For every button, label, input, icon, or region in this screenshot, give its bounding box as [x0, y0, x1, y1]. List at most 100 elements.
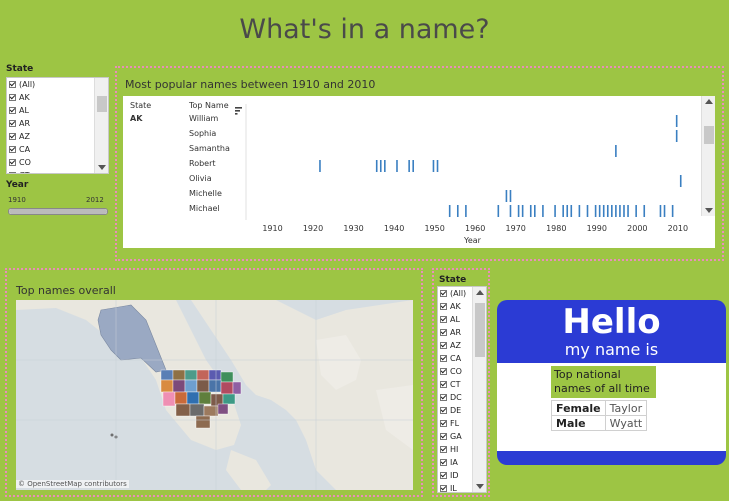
state-option[interactable]: AZ — [7, 130, 108, 143]
year-mark[interactable] — [663, 205, 666, 217]
scroll-up-icon[interactable] — [476, 290, 484, 295]
scroll-thumb[interactable] — [97, 96, 107, 112]
scroll-down-icon[interactable] — [476, 484, 484, 489]
checkbox-checked-icon[interactable] — [440, 485, 447, 492]
chart-scroll-up-icon[interactable] — [705, 99, 713, 104]
state-option[interactable]: CA — [7, 143, 108, 156]
checkbox-checked-icon[interactable] — [9, 107, 16, 114]
sort-icon[interactable] — [235, 100, 243, 119]
year-mark[interactable] — [635, 205, 637, 217]
checkbox-checked-icon[interactable] — [440, 316, 447, 323]
year-mark[interactable] — [675, 130, 678, 142]
checkbox-checked-icon[interactable] — [440, 446, 447, 453]
year-mark[interactable] — [465, 205, 467, 217]
checkbox-checked-icon[interactable] — [440, 290, 447, 297]
state-option[interactable]: (All) — [7, 78, 108, 91]
year-mark[interactable] — [619, 205, 621, 217]
year-mark[interactable] — [509, 190, 512, 202]
checkbox-checked-icon[interactable] — [440, 420, 447, 427]
state-filter-scrollbar[interactable] — [94, 78, 108, 173]
year-mark[interactable] — [594, 205, 597, 217]
year-mark[interactable] — [517, 205, 520, 217]
year-mark[interactable] — [679, 175, 682, 187]
year-mark[interactable] — [456, 205, 459, 217]
year-mark[interactable] — [566, 205, 569, 217]
checkbox-checked-icon[interactable] — [440, 472, 447, 479]
top-name-column-header: Top Name — [189, 101, 229, 110]
year-mark[interactable] — [659, 205, 662, 217]
year-mark[interactable] — [408, 160, 410, 172]
checkbox-checked-icon[interactable] — [440, 459, 447, 466]
checkbox-checked-icon[interactable] — [440, 342, 447, 349]
year-mark[interactable] — [602, 205, 605, 217]
scroll-down-icon[interactable] — [98, 165, 106, 170]
year-mark[interactable] — [615, 145, 617, 157]
year-mark[interactable] — [432, 160, 435, 172]
checkbox-checked-icon[interactable] — [440, 381, 447, 388]
year-mark[interactable] — [396, 160, 398, 172]
year-mark[interactable] — [448, 205, 451, 217]
chart-scrollbar[interactable] — [701, 96, 715, 216]
checkbox-checked-icon[interactable] — [440, 407, 447, 414]
year-mark[interactable] — [562, 205, 564, 217]
state-option[interactable]: AR — [7, 117, 108, 130]
state-filter-bottom-label: State — [439, 275, 467, 285]
chart-scroll-thumb[interactable] — [704, 126, 714, 144]
checkbox-checked-icon[interactable] — [9, 146, 16, 153]
year-mark[interactable] — [586, 205, 589, 217]
state-filter-list[interactable]: (All) AK AL AR AZ CA CO CT — [6, 77, 109, 174]
state-filter-bottom-scrollbar[interactable] — [472, 287, 486, 492]
checkbox-checked-icon[interactable] — [9, 172, 16, 173]
year-mark[interactable] — [627, 205, 629, 217]
year-mark[interactable] — [379, 160, 382, 172]
checkbox-checked-icon[interactable] — [9, 120, 16, 127]
checkbox-checked-icon[interactable] — [9, 81, 16, 88]
year-mark[interactable] — [554, 205, 556, 217]
year-mark[interactable] — [529, 205, 532, 217]
state-option[interactable]: CT — [7, 169, 108, 173]
state-filter-bottom-list[interactable]: (All) AK AL AR AZ CA CO CT DC DE FL GA HI IA ID IL — [437, 286, 487, 493]
year-mark[interactable] — [319, 160, 321, 172]
year-mark[interactable] — [675, 115, 678, 127]
scroll-thumb[interactable] — [475, 303, 485, 357]
year-mark[interactable] — [509, 205, 512, 217]
names-chart: State Top Name AK William Sophia Samantha R… — [123, 96, 715, 248]
state-option[interactable]: AL — [7, 104, 108, 117]
checkbox-checked-icon[interactable] — [440, 303, 447, 310]
year-mark[interactable] — [384, 160, 386, 172]
checkbox-checked-icon[interactable] — [440, 433, 447, 440]
checkbox-checked-icon[interactable] — [9, 159, 16, 166]
year-mark[interactable] — [436, 160, 439, 172]
year-mark[interactable] — [615, 205, 617, 217]
state-option[interactable]: AK — [7, 91, 108, 104]
year-mark[interactable] — [412, 160, 414, 172]
year-mark[interactable] — [521, 205, 524, 217]
year-tick-label: 1980 — [546, 224, 567, 233]
year-mark[interactable] — [505, 190, 508, 202]
checkbox-checked-icon[interactable] — [9, 133, 16, 140]
state-option-label: CT — [450, 380, 461, 389]
year-mark[interactable] — [497, 205, 500, 217]
year-mark[interactable] — [611, 205, 613, 217]
year-mark[interactable] — [570, 205, 573, 217]
year-mark[interactable] — [375, 160, 378, 172]
year-mark[interactable] — [534, 205, 536, 217]
year-mark[interactable] — [542, 205, 544, 217]
year-slider[interactable] — [8, 208, 108, 215]
state-option[interactable]: CO — [7, 156, 108, 169]
gender-label: Male — [551, 415, 606, 431]
checkbox-checked-icon[interactable] — [440, 394, 447, 401]
chart-scroll-down-icon[interactable] — [705, 208, 713, 213]
year-mark[interactable] — [623, 205, 625, 217]
year-mark[interactable] — [643, 205, 646, 217]
checkbox-checked-icon[interactable] — [440, 368, 447, 375]
checkbox-checked-icon[interactable] — [440, 329, 447, 336]
states-map[interactable]: © OpenStreetMap contributors — [16, 300, 413, 490]
year-mark[interactable] — [578, 205, 581, 217]
checkbox-checked-icon[interactable] — [9, 94, 16, 101]
year-mark[interactable] — [606, 205, 609, 217]
year-mark[interactable] — [671, 205, 674, 217]
checkbox-checked-icon[interactable] — [440, 355, 447, 362]
state-option-label: CA — [450, 354, 462, 363]
year-mark[interactable] — [598, 205, 601, 217]
